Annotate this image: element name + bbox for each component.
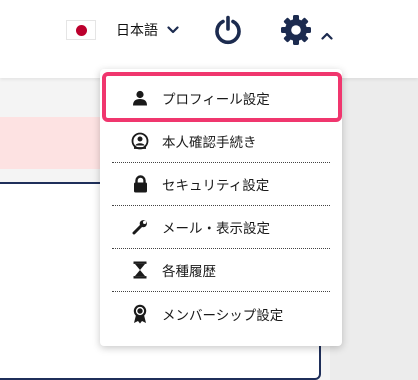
- hourglass-icon: [128, 258, 152, 282]
- chevron-up-icon[interactable]: [321, 25, 333, 44]
- user-icon: [128, 86, 152, 110]
- menu-item-label: メンバーシップ設定: [162, 307, 284, 324]
- wrench-icon: [128, 215, 152, 239]
- menu-item-label: セキュリティ設定: [162, 178, 270, 194]
- menu-item-email-display-settings[interactable]: メール・表示設定: [112, 206, 330, 249]
- right-column: [330, 78, 418, 380]
- menu-item-identity-verification[interactable]: 本人確認手続き: [112, 120, 330, 163]
- top-header: 日本語: [0, 0, 418, 78]
- menu-item-label: 本人確認手続き: [162, 135, 257, 151]
- chevron-down-icon: [167, 26, 179, 34]
- menu-item-label: 各種履歴: [162, 264, 216, 280]
- power-icon[interactable]: [213, 14, 243, 46]
- id-verification-icon: [128, 129, 152, 153]
- gear-icon[interactable]: [280, 14, 312, 46]
- menu-item-profile-settings[interactable]: プロフィール設定: [112, 77, 330, 120]
- japan-flag-icon: [66, 20, 96, 40]
- menu-item-security-settings[interactable]: セキュリティ設定: [112, 163, 330, 206]
- language-selector[interactable]: 日本語: [66, 18, 179, 42]
- lock-icon: [128, 172, 152, 196]
- menu-item-label: メール・表示設定: [162, 221, 270, 237]
- language-label: 日本語: [116, 23, 158, 39]
- award-icon: [128, 302, 152, 326]
- menu-item-history[interactable]: 各種履歴: [112, 249, 330, 292]
- settings-dropdown-menu: プロフィール設定 本人確認手続き セキュリティ設定 メール・表示設定 各種履歴 …: [100, 69, 342, 346]
- menu-item-label: プロフィール設定: [162, 92, 270, 108]
- menu-item-membership-settings[interactable]: メンバーシップ設定: [112, 292, 330, 335]
